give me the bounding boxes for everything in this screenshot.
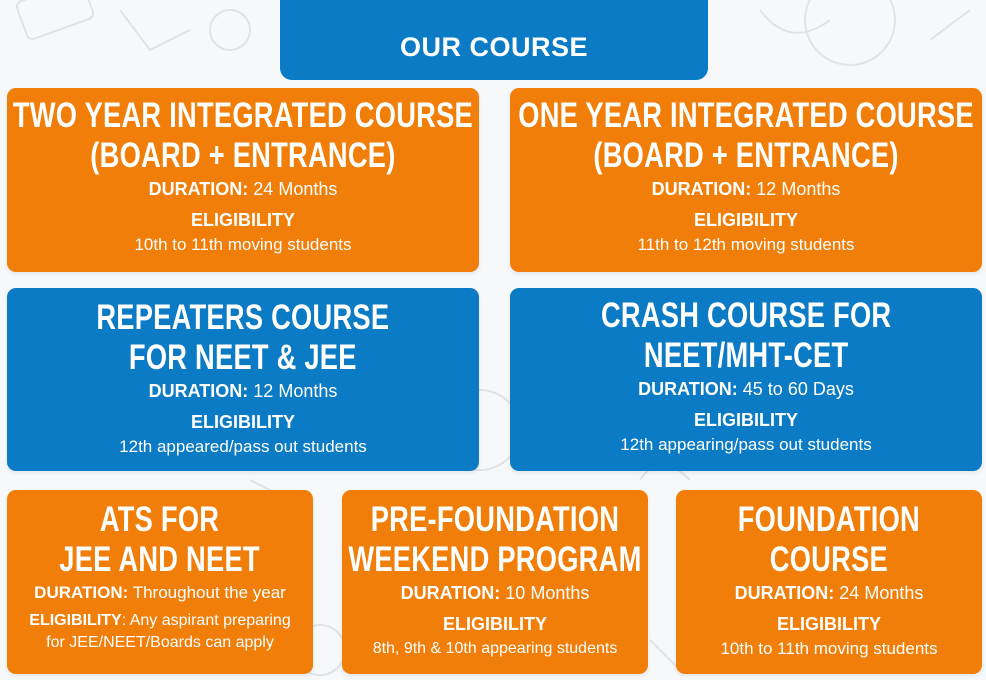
eligibility-block: ELIGIBILITY: Any aspirant preparing for … [29, 610, 290, 654]
duration-label: DURATION: [148, 381, 249, 401]
eligibility-label: ELIGIBILITY [29, 612, 122, 629]
course-duration: DURATION: Throughout the year [34, 582, 286, 604]
duration-value: 24 Months [248, 179, 338, 199]
duration-value: Throughout the year [128, 583, 286, 602]
course-card-one-year-integrated[interactable]: ONE YEAR INTEGRATED COURSE (BOARD + ENTR… [510, 88, 982, 272]
course-title-line2: COURSE [769, 540, 889, 579]
duration-label: DURATION: [734, 583, 835, 603]
eligibility-value: 10th to 11th moving students [720, 639, 938, 658]
course-card-two-year-integrated[interactable]: TWO YEAR INTEGRATED COURSE (BOARD + ENTR… [7, 88, 479, 272]
course-title: REPEATERS COURSE FOR NEET & JEE [97, 298, 390, 378]
eligibility-value: 11th to 12th moving students [637, 235, 855, 254]
eligibility-label: ELIGIBILITY [693, 410, 798, 430]
course-title: PRE-FOUNDATION WEEKEND PROGRAM [348, 500, 641, 580]
course-duration: DURATION: 12 Months [652, 178, 841, 200]
course-card-pre-foundation[interactable]: PRE-FOUNDATION WEEKEND PROGRAM DURATION:… [342, 490, 648, 674]
eligibility-label: ELIGIBILITY [190, 210, 295, 230]
our-course-header: OUR COURSE [280, 0, 708, 80]
eligibility-label: ELIGIBILITY [190, 412, 295, 432]
course-title-line1: ATS FOR [100, 500, 220, 539]
course-duration: DURATION: 45 to 60 Days [638, 378, 854, 400]
course-title-line1: ONE YEAR INTEGRATED COURSE [518, 96, 974, 135]
course-duration: DURATION: 24 Months [735, 582, 924, 604]
course-card-repeaters[interactable]: REPEATERS COURSE FOR NEET & JEE DURATION… [7, 288, 479, 471]
course-title-line1: FOUNDATION [737, 500, 921, 539]
course-title-line2: (BOARD + ENTRANCE) [593, 136, 899, 175]
course-title: CRASH COURSE FOR NEET/MHT-CET [601, 296, 891, 376]
eligibility-value-line1: : Any aspirant preparing [121, 612, 291, 629]
course-duration: DURATION: 10 Months [401, 582, 590, 604]
course-title-line1: REPEATERS COURSE [96, 298, 390, 337]
course-title-line2: (BOARD + ENTRANCE) [90, 136, 396, 175]
course-card-crash-course[interactable]: CRASH COURSE FOR NEET/MHT-CET DURATION: … [510, 288, 982, 471]
course-title: ONE YEAR INTEGRATED COURSE (BOARD + ENTR… [518, 96, 974, 176]
eligibility-label: ELIGIBILITY [776, 614, 881, 634]
course-title-line2: WEEKEND PROGRAM [348, 540, 642, 579]
course-card-foundation[interactable]: FOUNDATION COURSE DURATION: 24 Months EL… [676, 490, 982, 674]
course-title-line1: TWO YEAR INTEGRATED COURSE [12, 96, 474, 135]
course-title-line1: PRE-FOUNDATION [370, 500, 620, 539]
course-title: TWO YEAR INTEGRATED COURSE (BOARD + ENTR… [13, 96, 473, 176]
header-title: OUR COURSE [399, 31, 588, 62]
eligibility-label: ELIGIBILITY [442, 614, 547, 634]
duration-value: 10 Months [500, 583, 590, 603]
duration-label: DURATION: [34, 583, 129, 602]
duration-label: DURATION: [148, 179, 249, 199]
eligibility-value: 12th appearing/pass out students [620, 435, 872, 454]
course-title-line1: CRASH COURSE FOR [600, 296, 892, 335]
course-title-line2: NEET/MHT-CET [643, 336, 849, 375]
eligibility-label: ELIGIBILITY [693, 210, 798, 230]
duration-value: 45 to 60 Days [737, 379, 854, 399]
course-title: ATS FOR JEE AND NEET [60, 500, 261, 580]
eligibility-value: 10th to 11th moving students [134, 235, 352, 254]
duration-value: 24 Months [834, 583, 924, 603]
eligibility-value: 12th appeared/pass out students [119, 437, 367, 456]
course-title: FOUNDATION COURSE [738, 500, 920, 580]
duration-label: DURATION: [400, 583, 501, 603]
course-duration: DURATION: 12 Months [149, 380, 338, 402]
course-title-line2: JEE AND NEET [59, 540, 261, 579]
course-title-line2: FOR NEET & JEE [129, 338, 357, 377]
duration-value: 12 Months [248, 381, 338, 401]
duration-label: DURATION: [638, 379, 738, 399]
eligibility-value: 8th, 9th & 10th appearing students [372, 640, 618, 657]
eligibility-value-line2: for JEE/NEET/Boards can apply [46, 634, 274, 651]
course-card-ats[interactable]: ATS FOR JEE AND NEET DURATION: Throughou… [7, 490, 313, 674]
duration-label: DURATION: [651, 179, 752, 199]
course-duration: DURATION: 24 Months [149, 178, 338, 200]
duration-value: 12 Months [751, 179, 841, 199]
